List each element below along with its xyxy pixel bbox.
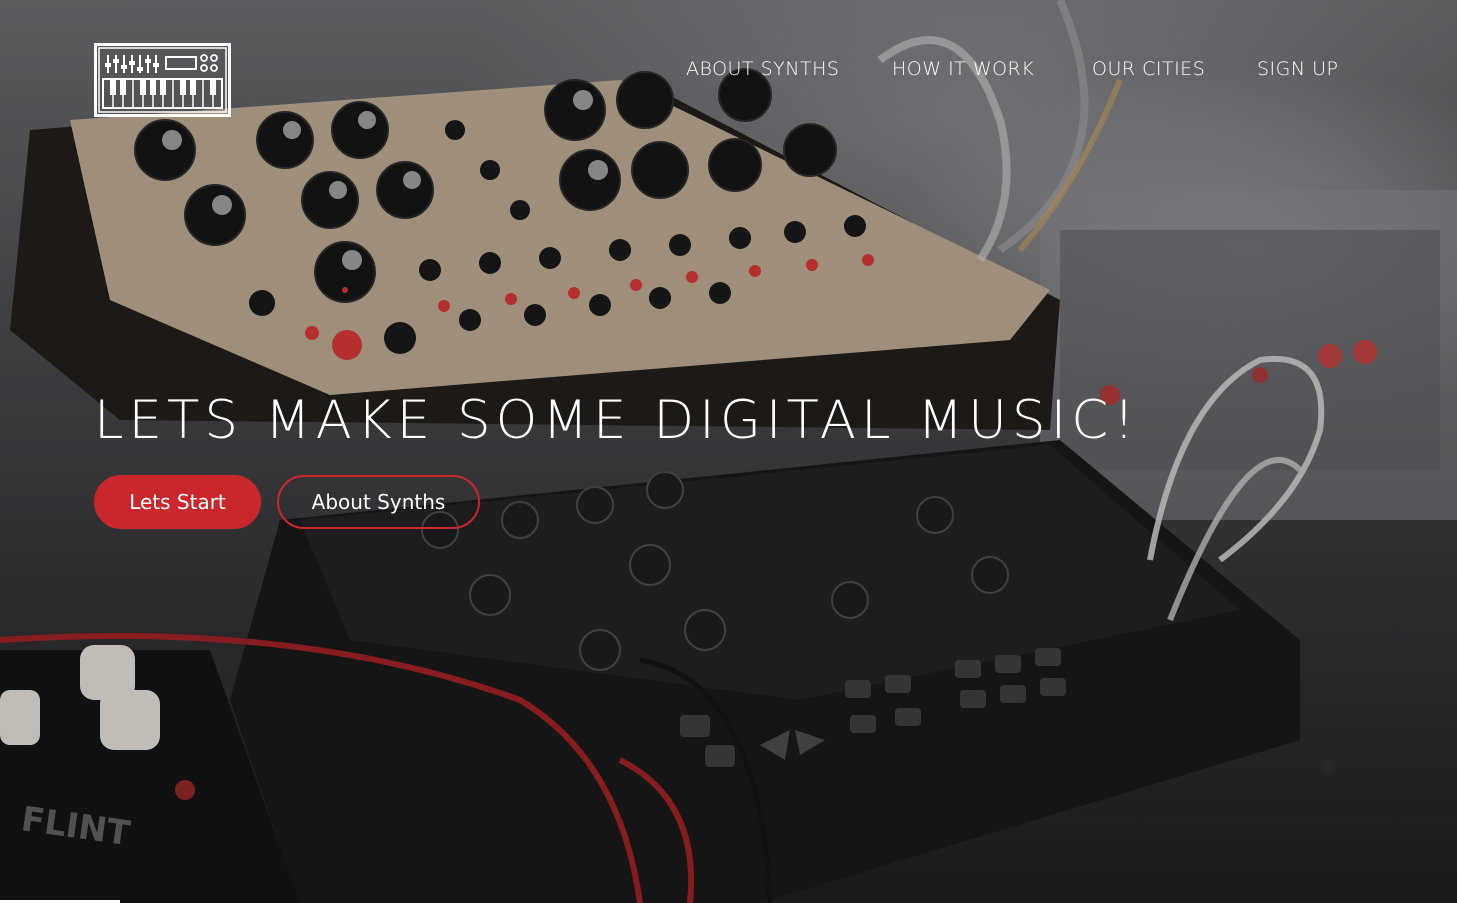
hero-section: FLINT ABOUT SYNTHS HOW IT WORK OUR CITIE… (0, 0, 1457, 903)
nav-item-how-it-work[interactable]: HOW IT WORK (892, 58, 1034, 80)
lets-start-button[interactable]: Lets Start (94, 475, 261, 529)
nav-item-about-synths[interactable]: ABOUT SYNTHS (686, 58, 839, 80)
hero-headline: LETS MAKE SOME DIGITAL MUSIC! (94, 390, 1140, 451)
about-synths-button[interactable]: About Synths (277, 475, 480, 529)
nav-item-our-cities[interactable]: OUR CITIES (1092, 58, 1205, 80)
nav-item-sign-up[interactable]: SIGN UP (1257, 58, 1339, 80)
main-nav: ABOUT SYNTHS HOW IT WORK OUR CITIES SIGN… (0, 58, 1457, 86)
